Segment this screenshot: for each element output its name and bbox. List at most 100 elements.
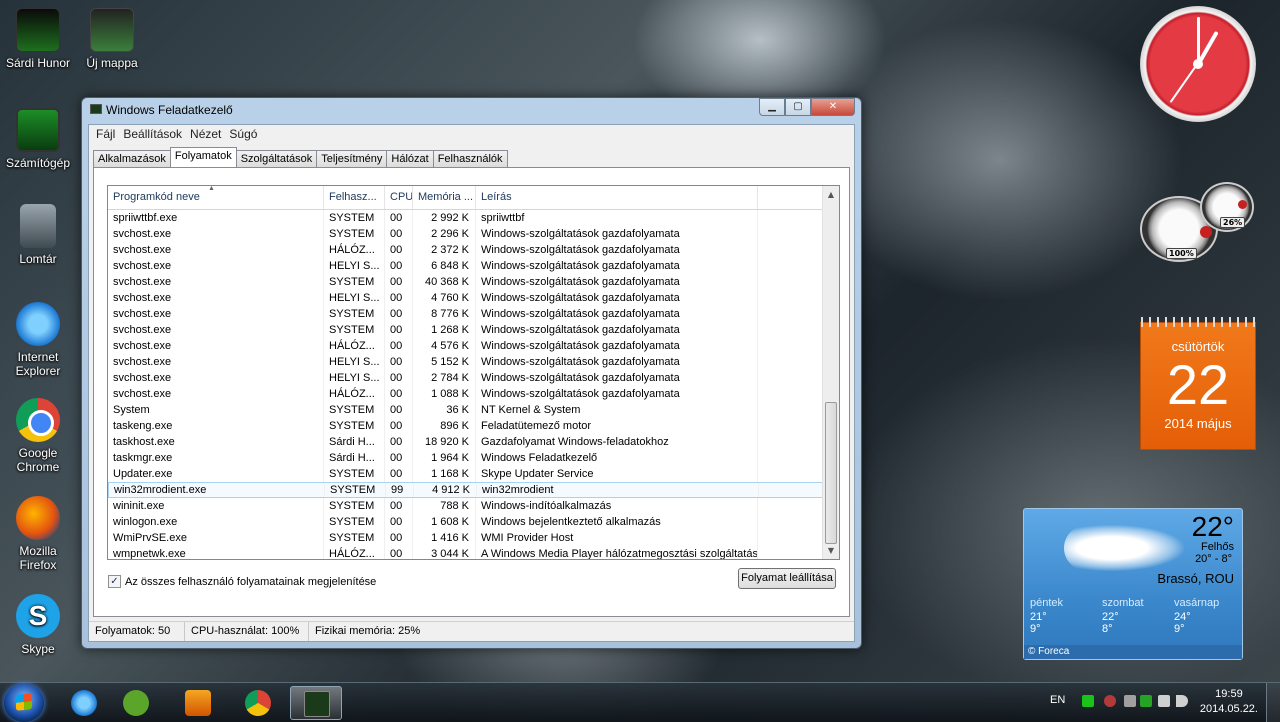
user-folder-icon (16, 8, 60, 52)
column-header-user[interactable]: Felhasz... (324, 186, 385, 209)
clock-gadget[interactable] (1140, 6, 1256, 122)
table-row[interactable]: winlogon.exe SYSTEM 00 1 608 K Windows bejel… (108, 514, 824, 530)
green-status-icon[interactable] (1082, 695, 1094, 707)
taskbar-chrome[interactable] (232, 686, 284, 720)
table-row[interactable]: taskmgr.exe Sárdi H... 00 1 964 K Windows Fe… (108, 450, 824, 466)
task-manager-app-icon (90, 104, 102, 114)
table-row[interactable]: svchost.exe SYSTEM 00 1 268 K Windows-szolgá… (108, 322, 824, 338)
weather-provider-link[interactable]: © Foreca (1024, 645, 1242, 659)
column-header-image-name[interactable]: Programkód neve ▲ (108, 186, 324, 209)
cell-description: Windows-indítóalkalmazás (476, 498, 758, 514)
table-row[interactable]: svchost.exe SYSTEM 00 8 776 K Windows-szolgá… (108, 306, 824, 322)
column-header-description[interactable]: Leírás (476, 186, 758, 209)
menu-bar: Fájl Beállítások Nézet Súgó (89, 125, 854, 143)
table-row[interactable]: svchost.exe SYSTEM 00 2 296 K Windows-szolgá… (108, 226, 824, 242)
tab-networking[interactable]: Hálózat (386, 150, 434, 167)
window-title: Windows Feladatkezelő (106, 103, 233, 117)
cell-memory: 896 K (413, 418, 476, 434)
tab-processes[interactable]: Folyamatok (169, 147, 237, 167)
cell-cpu: 99 (386, 483, 414, 497)
tab-performance[interactable]: Teljesítmény (316, 150, 388, 167)
taskbar: EN 19:59 2014.05.22. (0, 682, 1280, 722)
desktop-icon-skype[interactable]: S Skype (0, 594, 76, 656)
table-row[interactable]: svchost.exe HELYI S... 00 6 848 K Windows-sz… (108, 258, 824, 274)
table-row[interactable]: Updater.exe SYSTEM 00 1 168 K Skype Updater … (108, 466, 824, 482)
start-button[interactable] (4, 684, 44, 722)
cell-cpu: 00 (385, 546, 413, 559)
table-row[interactable]: taskeng.exe SYSTEM 00 896 K Feladatütemező m… (108, 418, 824, 434)
desktop-icon-computer[interactable]: Számítógép (0, 108, 76, 170)
tab-users[interactable]: Felhasználók (432, 150, 508, 167)
table-row[interactable]: svchost.exe HELYI S... 00 4 760 K Windows-sz… (108, 290, 824, 306)
menu-settings[interactable]: Beállítások (119, 127, 186, 141)
column-header-memory[interactable]: Memória ... (413, 186, 476, 209)
desktop-icon-chrome[interactable]: Google Chrome (0, 398, 76, 474)
taskbar-clock[interactable]: 19:59 2014.05.22. (1200, 687, 1258, 717)
cell-memory: 2 992 K (413, 210, 476, 226)
minimize-button[interactable]: ▁ (759, 98, 785, 116)
taskbar-task-manager[interactable] (290, 686, 342, 720)
check-icon[interactable] (1140, 695, 1152, 707)
table-row[interactable]: taskhost.exe Sárdi H... 00 18 920 K Gazdafol… (108, 434, 824, 450)
cell-description: Skype Updater Service (476, 466, 758, 482)
table-row[interactable]: svchost.exe SYSTEM 00 40 368 K Windows-szolg… (108, 274, 824, 290)
weather-condition: Felhős (1200, 541, 1234, 553)
table-row[interactable]: spriiwttbf.exe SYSTEM 00 2 992 Kspriiwttbf (108, 210, 824, 226)
network-icon[interactable] (1158, 695, 1170, 707)
column-header-cpu[interactable]: CPU (385, 186, 413, 209)
cell-image-name: svchost.exe (108, 242, 324, 258)
cell-image-name: svchost.exe (108, 338, 324, 354)
table-row[interactable]: svchost.exe HELYI S... 00 5 152 K Windows-sz… (108, 354, 824, 370)
desktop-icon-new-folder[interactable]: Új mappa (74, 8, 150, 70)
table-row[interactable]: svchost.exe HELYI S... 00 2 784 K Windows-sz… (108, 370, 824, 386)
taskbar-internet-explorer[interactable] (58, 686, 110, 720)
menu-view[interactable]: Nézet (186, 127, 225, 141)
cell-image-name: svchost.exe (108, 290, 324, 306)
show-all-users-option[interactable]: ✓ Az összes felhasználó folyamatainak me… (108, 575, 376, 588)
volume-icon[interactable] (1176, 695, 1188, 707)
desktop-icon-firefox[interactable]: Mozilla Firefox (0, 496, 76, 572)
memory-meter-gadget[interactable]: 26% (1200, 182, 1254, 232)
scrollbar-thumb[interactable] (825, 402, 837, 544)
scroll-up-arrow-icon[interactable]: ▲ (823, 186, 839, 203)
scroll-down-arrow-icon[interactable]: ▼ (823, 542, 839, 559)
taskbar-media-player[interactable] (172, 686, 224, 720)
table-row-selected[interactable]: win32mrodient.exe SYSTEM 99 4 912 Kwin32mro… (108, 482, 824, 498)
tab-applications[interactable]: Alkalmazások (93, 150, 171, 167)
cell-empty (758, 258, 824, 274)
table-row[interactable]: wmpnetwk.exe HÁLÓZ... 00 3 044 KA Windows M… (108, 546, 824, 559)
table-row[interactable]: svchost.exe HÁLÓZ... 00 1 088 K Windows-szol… (108, 386, 824, 402)
task-manager-window[interactable]: Windows Feladatkezelő ▁ ▢ ✕ Fájl Beállít… (81, 97, 862, 649)
cell-description: Windows-szolgáltatások gazdafolyamata (476, 370, 758, 386)
table-row[interactable]: svchost.exe HÁLÓZ... 00 4 576 K Windows-szol… (108, 338, 824, 354)
cell-image-name: WmiPrvSE.exe (108, 530, 324, 546)
table-row[interactable]: svchost.exe HÁLÓZ... 00 2 372 K Windows-szol… (108, 242, 824, 258)
language-indicator[interactable]: EN (1050, 694, 1065, 706)
end-process-button[interactable]: Folyamat leállítása (738, 568, 836, 589)
table-row[interactable]: WmiPrvSE.exe SYSTEM 00 1 416 K WMI Provider … (108, 530, 824, 546)
weather-gadget[interactable]: 22° Felhős 20° - 8° Brassó, ROU péntek 2… (1023, 508, 1243, 660)
cell-empty (758, 514, 824, 530)
process-list[interactable]: Programkód neve ▲ Felhasz... CPU Memória … (107, 185, 840, 560)
menu-file[interactable]: Fájl (92, 127, 119, 141)
tab-services[interactable]: Szolgáltatások (235, 150, 318, 167)
maximize-button[interactable]: ▢ (785, 98, 811, 116)
show-desktop-button[interactable] (1266, 683, 1280, 722)
desktop-icon-recycle-bin[interactable]: Lomtár (0, 204, 76, 266)
desktop-icon-user-folder[interactable]: Sárdi Hunor (0, 8, 76, 70)
cell-empty (759, 483, 823, 497)
calendar-gadget[interactable]: csütörtök 22 2014 május (1140, 317, 1256, 450)
window-titlebar[interactable]: Windows Feladatkezelő ▁ ▢ ✕ (82, 98, 861, 120)
cell-empty (758, 466, 824, 482)
taskbar-utorrent[interactable] (110, 686, 162, 720)
flag-icon[interactable] (1124, 695, 1136, 707)
table-row[interactable]: wininit.exe SYSTEM 00 788 K Windows-indítóal… (108, 498, 824, 514)
close-button[interactable]: ✕ (811, 98, 855, 116)
table-row[interactable]: System SYSTEM 00 36 K NT Kernel & System (108, 402, 824, 418)
vertical-scrollbar[interactable]: ▲ ▼ (822, 186, 839, 559)
menu-help[interactable]: Súgó (225, 127, 261, 141)
show-all-users-checkbox[interactable]: ✓ (108, 575, 121, 588)
desktop-icon-internet-explorer[interactable]: Internet Explorer (0, 302, 76, 378)
antivirus-icon[interactable] (1104, 695, 1116, 707)
cell-empty (758, 274, 824, 290)
